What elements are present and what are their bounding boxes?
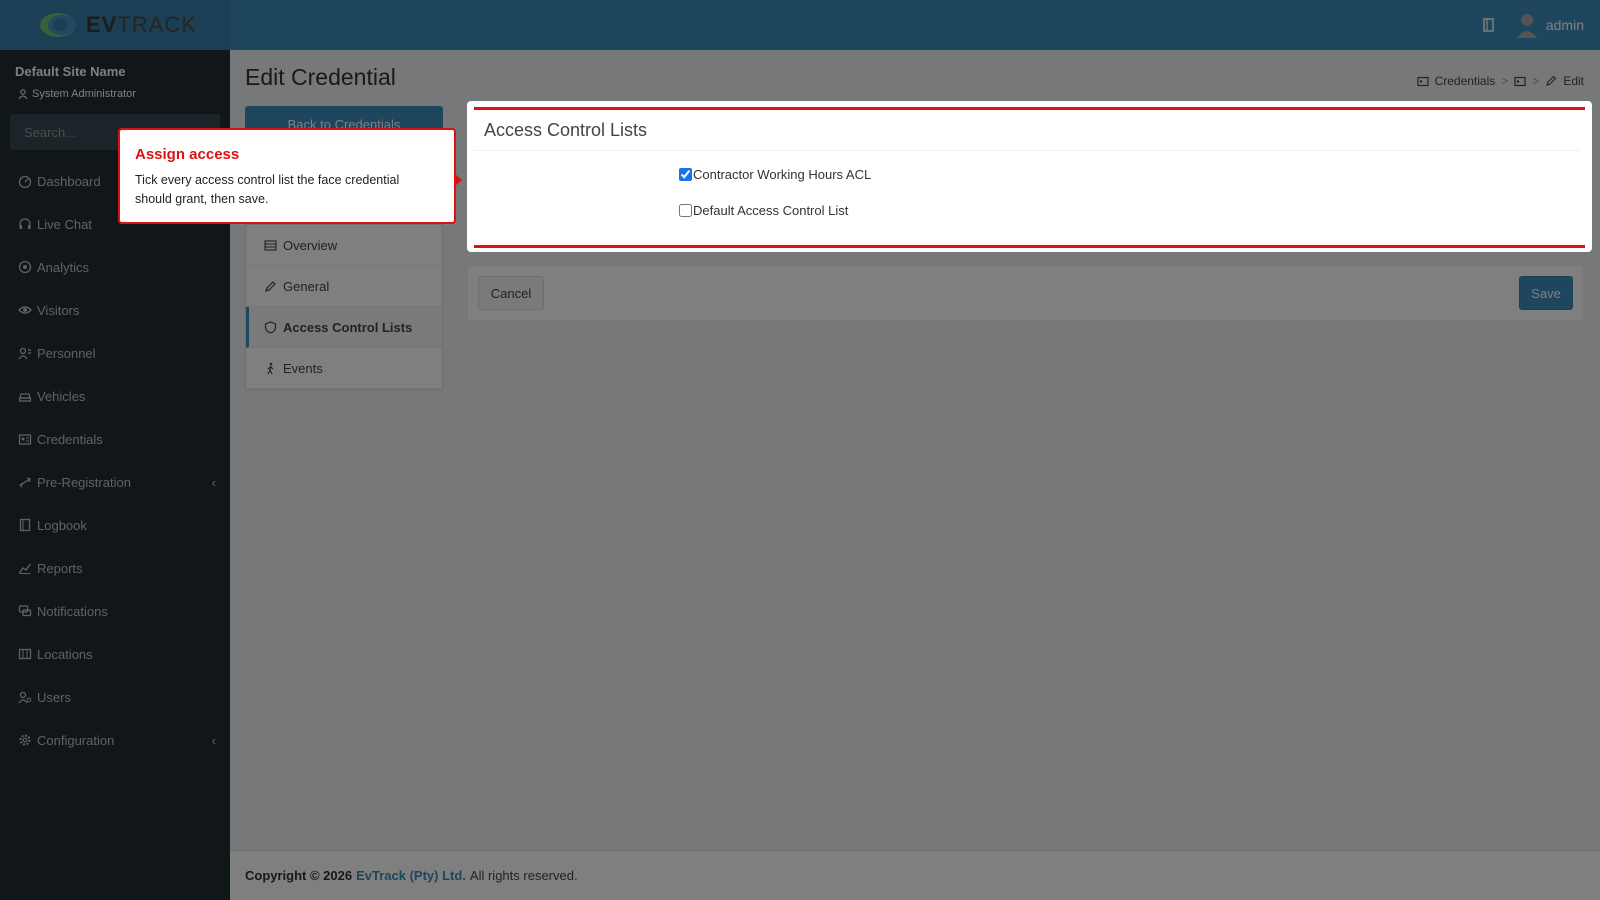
tooltip-title: Assign access <box>135 146 240 163</box>
acl-checkbox-contractor[interactable] <box>679 168 692 181</box>
acl-option-contractor-working-hours[interactable]: Contractor Working Hours ACL <box>679 167 871 182</box>
tooltip-body: Tick every access control list the face … <box>135 173 400 206</box>
acl-checkbox-default[interactable] <box>679 204 692 217</box>
tour-tooltip: Assign access Tick every access control … <box>118 128 462 224</box>
acl-panel-title: Access Control Lists <box>484 120 648 140</box>
acl-spotlight: Access Control Lists Contractor Working … <box>467 101 1592 252</box>
acl-option-default-access-control-list[interactable]: Default Access Control List <box>679 203 848 218</box>
tooltip-arrow <box>455 174 462 186</box>
acl-panel: Access Control Lists Contractor Working … <box>474 107 1585 248</box>
